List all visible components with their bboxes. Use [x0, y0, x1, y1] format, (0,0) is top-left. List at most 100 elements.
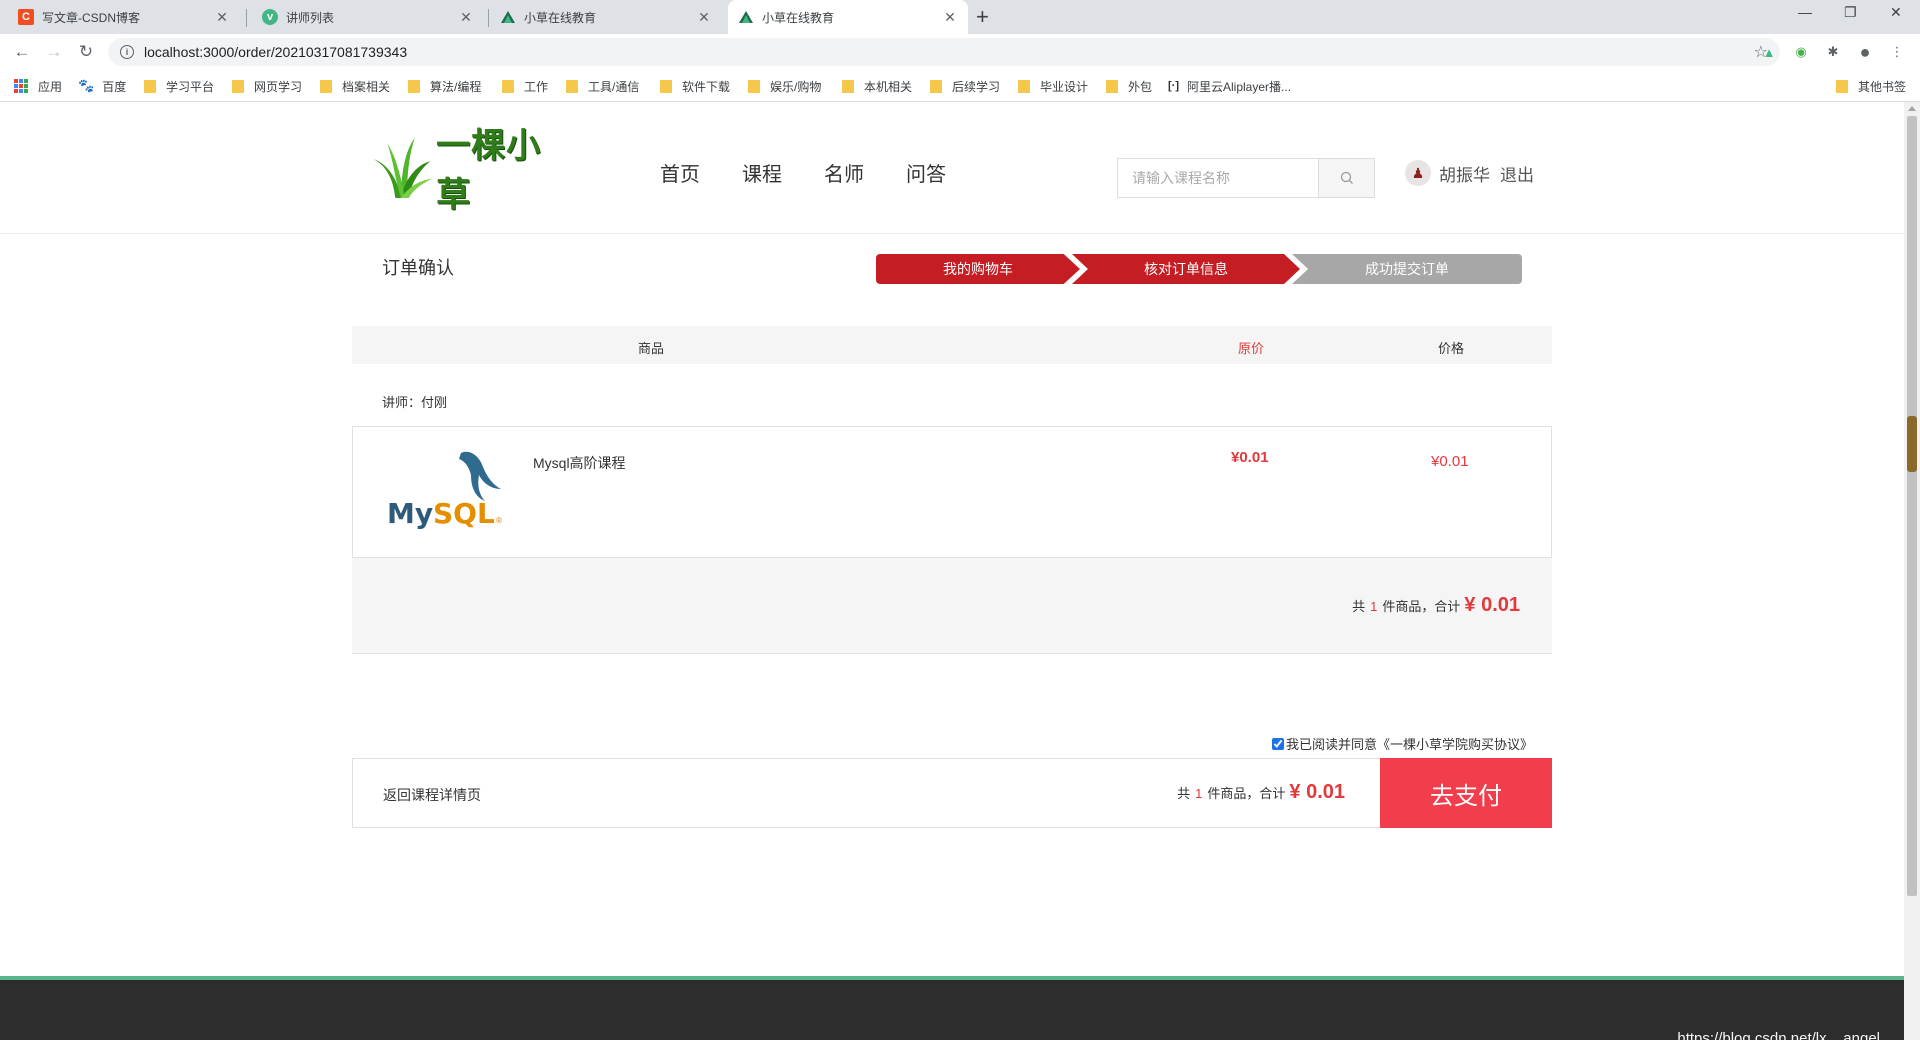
- folder-icon: [232, 79, 244, 93]
- bookmark-item[interactable]: [·] 阿里云Aliplayer播...: [1168, 77, 1291, 95]
- bookmark-item[interactable]: 毕业设计: [1018, 77, 1088, 95]
- summary-total: ¥ 0.01: [1464, 594, 1520, 616]
- page-content: 一棵小草 首页 课程 名师 问答 ♟ 胡振华 退出 订单确认 我的购物车 核对订…: [0, 102, 1904, 1040]
- bookmark-label: 毕业设计: [1040, 79, 1089, 94]
- bookmark-item[interactable]: 工作: [502, 77, 548, 95]
- info-icon[interactable]: i: [120, 45, 134, 59]
- logo-text: 一棵小草: [436, 126, 542, 215]
- bookmark-label: 阿里云Aliplayer播...: [1187, 79, 1292, 94]
- user-name[interactable]: 胡振华: [1439, 161, 1490, 186]
- browser-tab[interactable]: v 讲师列表 ✕: [252, 0, 484, 34]
- profile-icon[interactable]: ●: [1856, 42, 1874, 62]
- grass-icon: [373, 137, 433, 199]
- bookmark-label: 学习平台: [166, 79, 215, 94]
- folder-icon: [144, 79, 156, 93]
- bookmark-item[interactable]: 学习平台: [144, 77, 214, 95]
- avatar[interactable]: ♟: [1405, 160, 1431, 186]
- bookmark-item[interactable]: 外包: [1106, 77, 1152, 95]
- agreement-text[interactable]: 我已阅读并同意《一棵小草学院购买协议》: [1286, 734, 1533, 753]
- extension-icon[interactable]: ◉: [1792, 43, 1810, 61]
- checkout-prefix: 共: [1177, 786, 1191, 801]
- page-title: 订单确认: [382, 258, 454, 278]
- bookmarks-bar: 应用 🐾 百度 学习平台 网页学习 档案相关 算法/编程 工作 工具/通信 软件…: [0, 70, 1920, 102]
- logout-link[interactable]: 退出: [1500, 161, 1534, 186]
- tab-separator: [246, 9, 247, 27]
- scroll-up-arrow[interactable]: [1908, 106, 1916, 111]
- folder-icon: [1018, 79, 1030, 93]
- puzzle-icon[interactable]: ✱: [1824, 43, 1842, 61]
- course-name[interactable]: Mysql高阶课程: [533, 453, 626, 473]
- browser-tab-bar: C 写文章-CSDN博客 ✕ v 讲师列表 ✕ 小草在线教育 ✕ 小草在线教育 …: [0, 0, 1920, 34]
- main-nav: 首页 课程 名师 问答: [660, 158, 988, 187]
- step-verify-order: 核对订单信息: [1072, 254, 1300, 284]
- browser-tab-active[interactable]: 小草在线教育 ✕: [728, 0, 968, 34]
- scroll-marker: [1907, 416, 1917, 472]
- bookmark-item[interactable]: 档案相关: [320, 77, 390, 95]
- summary-suffix: 件商品，合计: [1382, 599, 1461, 614]
- folder-icon: [320, 79, 332, 93]
- current-price: ¥0.01: [1431, 453, 1469, 470]
- search-button[interactable]: [1318, 159, 1374, 197]
- bookmark-item[interactable]: 后续学习: [930, 77, 1000, 95]
- bookmark-item[interactable]: 🐾 百度: [78, 77, 126, 95]
- close-icon[interactable]: ✕: [696, 9, 712, 26]
- column-original-price: 原价: [1238, 341, 1265, 356]
- reload-icon[interactable]: ↻: [74, 40, 98, 64]
- scroll-thumb[interactable]: [1907, 116, 1917, 896]
- summary-count: 1: [1370, 599, 1378, 614]
- close-window-button[interactable]: ✕: [1890, 4, 1902, 21]
- tab-title: 小草在线教育: [524, 10, 597, 25]
- bookmark-item[interactable]: 应用: [14, 77, 62, 95]
- close-icon[interactable]: ✕: [214, 9, 230, 26]
- pay-button[interactable]: 去支付: [1380, 758, 1552, 828]
- search-box: [1117, 158, 1375, 198]
- nav-qa[interactable]: 问答: [906, 158, 946, 187]
- order-item-row: My SQL ® Mysql高阶课程 ¥0.01 ¥0.01: [352, 426, 1552, 558]
- bookmark-item[interactable]: 工具/通信: [566, 77, 639, 95]
- nav-courses[interactable]: 课程: [742, 158, 782, 187]
- vue-icon: v: [262, 9, 278, 25]
- nav-home[interactable]: 首页: [660, 158, 700, 187]
- agreement-checkbox[interactable]: [1272, 737, 1284, 750]
- folder-icon: [1106, 79, 1118, 93]
- bookmark-item[interactable]: 网页学习: [232, 77, 302, 95]
- close-icon[interactable]: ✕: [942, 9, 958, 26]
- checkout-count: 1: [1195, 786, 1203, 801]
- agreement[interactable]: 我已阅读并同意《一棵小草学院购买协议》: [1272, 734, 1533, 753]
- minimize-button[interactable]: —: [1798, 4, 1812, 20]
- column-price: 价格: [1438, 341, 1465, 356]
- svg-text:My: My: [387, 497, 433, 530]
- bookmark-label: 本机相关: [864, 79, 913, 94]
- back-arrow-icon[interactable]: ←: [10, 40, 34, 64]
- folder-icon: [748, 79, 760, 93]
- bookmark-label: 算法/编程: [430, 79, 482, 94]
- bookmark-item[interactable]: 本机相关: [842, 77, 912, 95]
- page-scrollbar[interactable]: [1904, 102, 1920, 1040]
- search-input[interactable]: [1118, 159, 1318, 197]
- other-bookmarks[interactable]: 其他书签: [1836, 77, 1906, 95]
- nav-teachers[interactable]: 名师: [824, 158, 864, 187]
- restore-button[interactable]: ❐: [1844, 4, 1857, 21]
- checkout-suffix: 件商品，合计: [1207, 786, 1286, 801]
- address-bar[interactable]: i localhost:3000/order/20210317081739343…: [108, 38, 1780, 66]
- browser-tab[interactable]: 小草在线教育 ✕: [490, 0, 722, 34]
- bookmark-label: 外包: [1128, 79, 1153, 94]
- course-thumbnail[interactable]: My SQL ®: [383, 445, 509, 537]
- browser-tab[interactable]: C 写文章-CSDN博客 ✕: [8, 0, 240, 34]
- vuetify-extension-icon[interactable]: ▲: [1760, 43, 1778, 61]
- baidu-icon: 🐾: [78, 78, 95, 93]
- bookmark-item[interactable]: 软件下载: [660, 77, 730, 95]
- column-product: 商品: [638, 341, 665, 356]
- url-text: localhost:3000/order/20210317081739343: [144, 44, 408, 60]
- back-to-course-link[interactable]: 返回课程详情页: [383, 785, 481, 805]
- bookmark-item[interactable]: 娱乐/购物: [748, 77, 821, 95]
- menu-dots-icon[interactable]: ⋮: [1888, 43, 1906, 61]
- site-logo[interactable]: 一棵小草: [372, 126, 572, 215]
- bookmark-item[interactable]: 算法/编程: [408, 77, 481, 95]
- folder-icon: [842, 79, 854, 93]
- tab-title: 写文章-CSDN博客: [42, 10, 140, 25]
- new-tab-button[interactable]: +: [976, 5, 989, 29]
- forward-arrow-icon[interactable]: →: [42, 40, 66, 64]
- folder-icon: [566, 79, 578, 93]
- close-icon[interactable]: ✕: [458, 9, 474, 26]
